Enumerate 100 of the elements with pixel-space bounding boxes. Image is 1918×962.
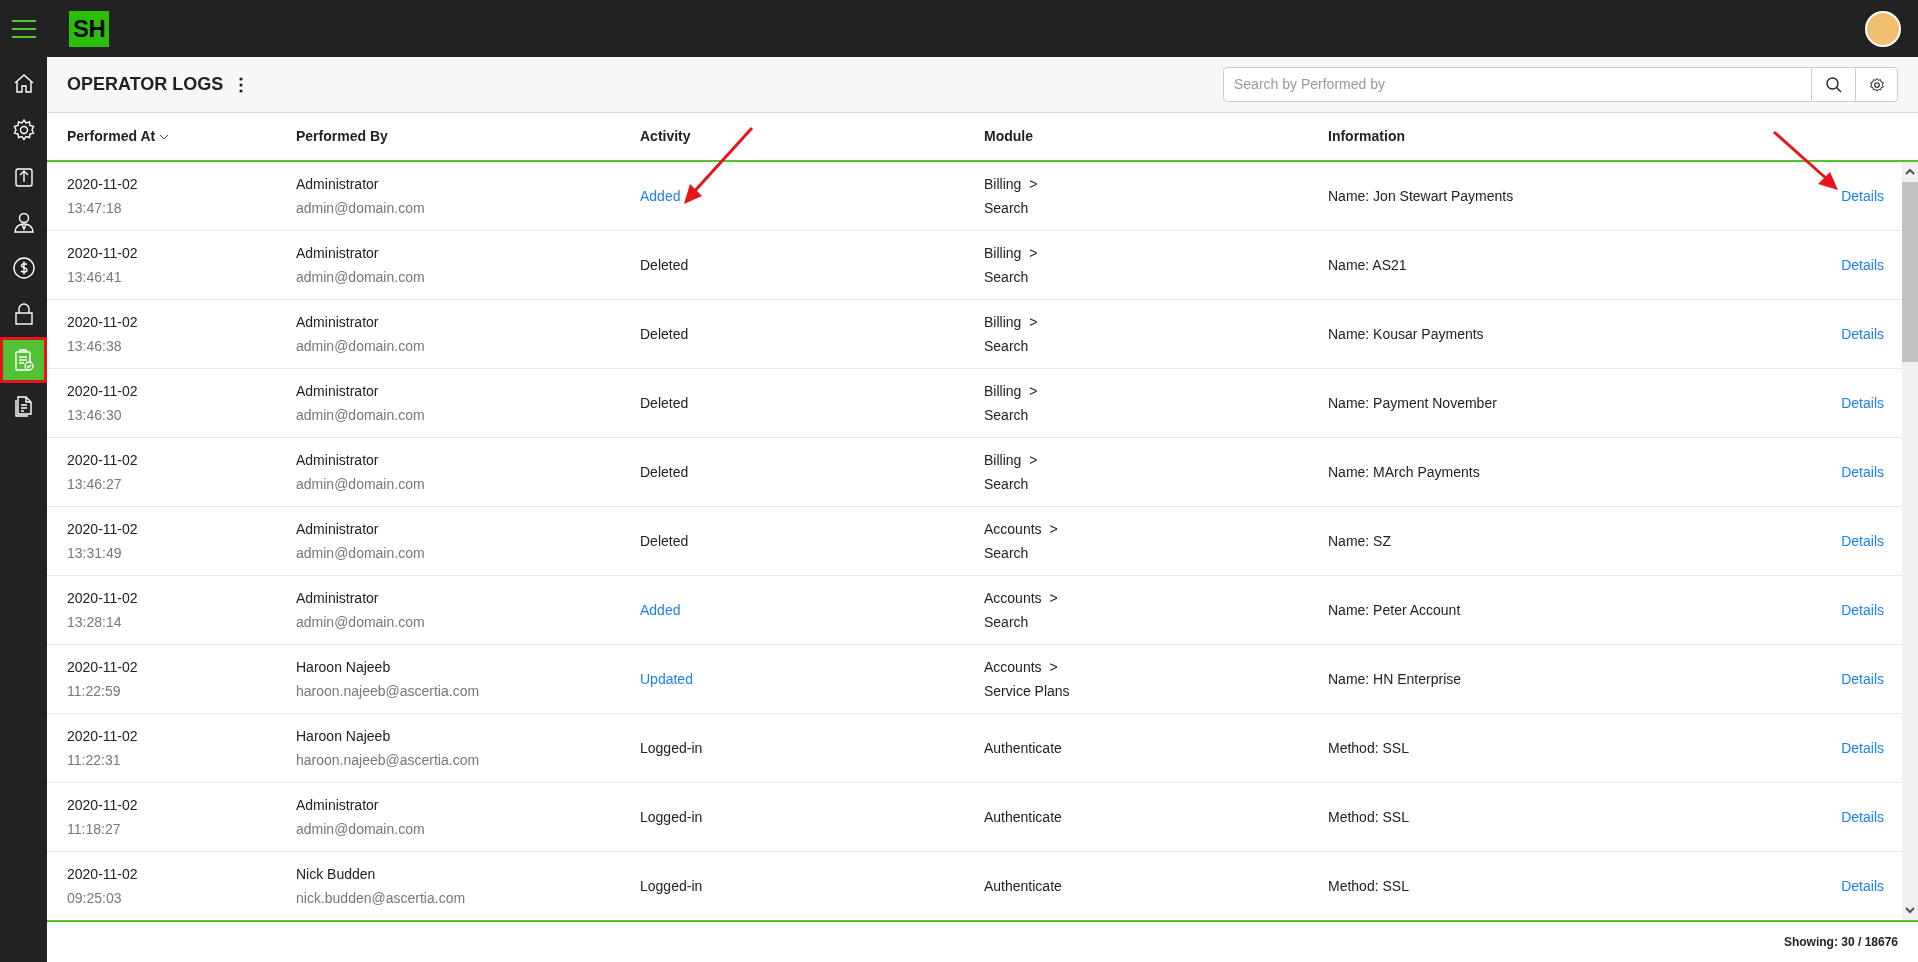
breadcrumb-separator: > xyxy=(1029,174,1038,194)
scrollbar-thumb[interactable] xyxy=(1902,182,1918,362)
submodule-text: Search xyxy=(984,612,1030,632)
search-field[interactable]: Search by Performed by xyxy=(1223,67,1812,102)
column-header[interactable]: Information xyxy=(1328,126,1405,147)
person-icon xyxy=(11,210,36,234)
date-text: 2020-11-02 xyxy=(67,795,139,815)
breadcrumb-separator: > xyxy=(1029,243,1038,263)
date-text: 2020-11-02 xyxy=(67,726,139,746)
user-email: admin@domain.com xyxy=(296,543,426,563)
menu-icon xyxy=(11,19,36,38)
details-link[interactable]: Details xyxy=(1841,599,1884,621)
settings-icon xyxy=(1868,76,1885,93)
user-name: Administrator xyxy=(296,450,380,470)
scroll-down-icon[interactable] xyxy=(1905,906,1915,914)
activity-link[interactable]: Updated xyxy=(640,668,693,690)
details-link[interactable]: Details xyxy=(1841,185,1884,207)
column-header[interactable]: Performed At xyxy=(67,126,170,147)
column-header[interactable]: Module xyxy=(984,126,1033,147)
more-icon[interactable] xyxy=(239,76,244,93)
activity-link[interactable]: Added xyxy=(640,599,681,621)
submodule-text: Search xyxy=(984,198,1030,218)
details-link[interactable]: Details xyxy=(1841,461,1884,483)
search-icon xyxy=(1825,76,1842,93)
user-name: Nick Budden xyxy=(296,864,377,884)
details-link[interactable]: Details xyxy=(1841,875,1884,897)
record-count: Showing: 30 / 18676 xyxy=(1783,934,1898,951)
scroll-up-icon[interactable] xyxy=(1905,168,1915,176)
information-text: Name: MArch Payments xyxy=(1328,462,1480,482)
activity-text: Deleted xyxy=(640,531,689,551)
details-link[interactable]: Details xyxy=(1841,737,1884,759)
activity-text: Logged-in xyxy=(640,807,703,827)
details-link[interactable]: Details xyxy=(1841,392,1884,414)
details-link[interactable]: Details xyxy=(1841,323,1884,345)
user-name: Administrator xyxy=(296,795,380,815)
details-link[interactable]: Details xyxy=(1841,806,1884,828)
information-text: Name: Kousar Payments xyxy=(1328,324,1484,344)
module-text: Authenticate xyxy=(984,807,1062,827)
time-text: 13:46:41 xyxy=(67,267,123,287)
information-text: Name: Peter Account xyxy=(1328,600,1461,620)
user-email: admin@domain.com xyxy=(296,198,426,218)
user-name: Administrator xyxy=(296,519,380,539)
activity-text: Logged-in xyxy=(640,876,703,896)
breadcrumb-separator: > xyxy=(1049,657,1058,677)
user-name: Administrator xyxy=(296,381,380,401)
details-link[interactable]: Details xyxy=(1841,254,1884,276)
sort-caret-icon[interactable] xyxy=(159,133,170,140)
module-text: Accounts xyxy=(984,588,1042,608)
scrollbar[interactable] xyxy=(1902,162,1918,920)
date-text: 2020-11-02 xyxy=(67,243,139,263)
time-text: 13:47:18 xyxy=(67,198,123,218)
submodule-text: Search xyxy=(984,267,1030,287)
information-text: Name: Jon Stewart Payments xyxy=(1328,186,1514,206)
breadcrumb-separator: > xyxy=(1049,519,1058,539)
search-button[interactable] xyxy=(1812,67,1855,102)
column-header[interactable]: Performed By xyxy=(296,126,388,147)
time-text: 13:46:38 xyxy=(67,336,123,356)
module-text: Billing xyxy=(984,243,1022,263)
user-email: admin@domain.com xyxy=(296,612,426,632)
date-text: 2020-11-02 xyxy=(67,657,139,677)
breadcrumb-separator: > xyxy=(1029,312,1038,332)
details-link[interactable]: Details xyxy=(1841,530,1884,552)
date-text: 2020-11-02 xyxy=(67,864,139,884)
annotation-arrow xyxy=(1772,130,1840,192)
logo: SH xyxy=(69,10,110,47)
details-link[interactable]: Details xyxy=(1841,668,1884,690)
column-header[interactable]: Activity xyxy=(640,126,691,147)
activity-link[interactable]: Added xyxy=(640,185,681,207)
module-text: Authenticate xyxy=(984,738,1062,758)
page-title: OPERATOR LOGS xyxy=(67,73,224,96)
information-text: Name: HN Enterprise xyxy=(1328,669,1462,689)
breadcrumb-separator: > xyxy=(1029,381,1038,401)
information-text: Name: AS21 xyxy=(1328,255,1407,275)
submodule-text: Search xyxy=(984,474,1030,494)
date-text: 2020-11-02 xyxy=(67,381,139,401)
user-name: Administrator xyxy=(296,243,380,263)
time-text: 13:28:14 xyxy=(67,612,123,632)
submodule-text: Search xyxy=(984,543,1030,563)
information-text: Method: SSL xyxy=(1328,807,1409,827)
module-text: Billing xyxy=(984,381,1022,401)
time-text: 11:18:27 xyxy=(67,819,122,839)
information-text: Name: Payment November xyxy=(1328,393,1497,413)
information-text: Name: SZ xyxy=(1328,531,1391,551)
module-text: Authenticate xyxy=(984,876,1062,896)
user-email: nick.budden@ascertia.com xyxy=(296,888,467,908)
settings-button[interactable] xyxy=(1855,67,1898,102)
submodule-text: Service Plans xyxy=(984,681,1071,701)
time-text: 13:46:27 xyxy=(67,474,123,494)
activity-text: Deleted xyxy=(640,393,689,413)
submodule-text: Search xyxy=(984,336,1030,356)
settings-icon xyxy=(11,118,36,142)
activity-text: Logged-in xyxy=(640,738,703,758)
avatar[interactable] xyxy=(1865,10,1901,47)
date-text: 2020-11-02 xyxy=(67,174,139,194)
date-text: 2020-11-02 xyxy=(67,312,139,332)
user-email: admin@domain.com xyxy=(296,267,426,287)
date-text: 2020-11-02 xyxy=(67,450,139,470)
activity-text: Deleted xyxy=(640,255,689,275)
module-text: Billing xyxy=(984,312,1022,332)
user-name: Haroon Najeeb xyxy=(296,726,392,746)
